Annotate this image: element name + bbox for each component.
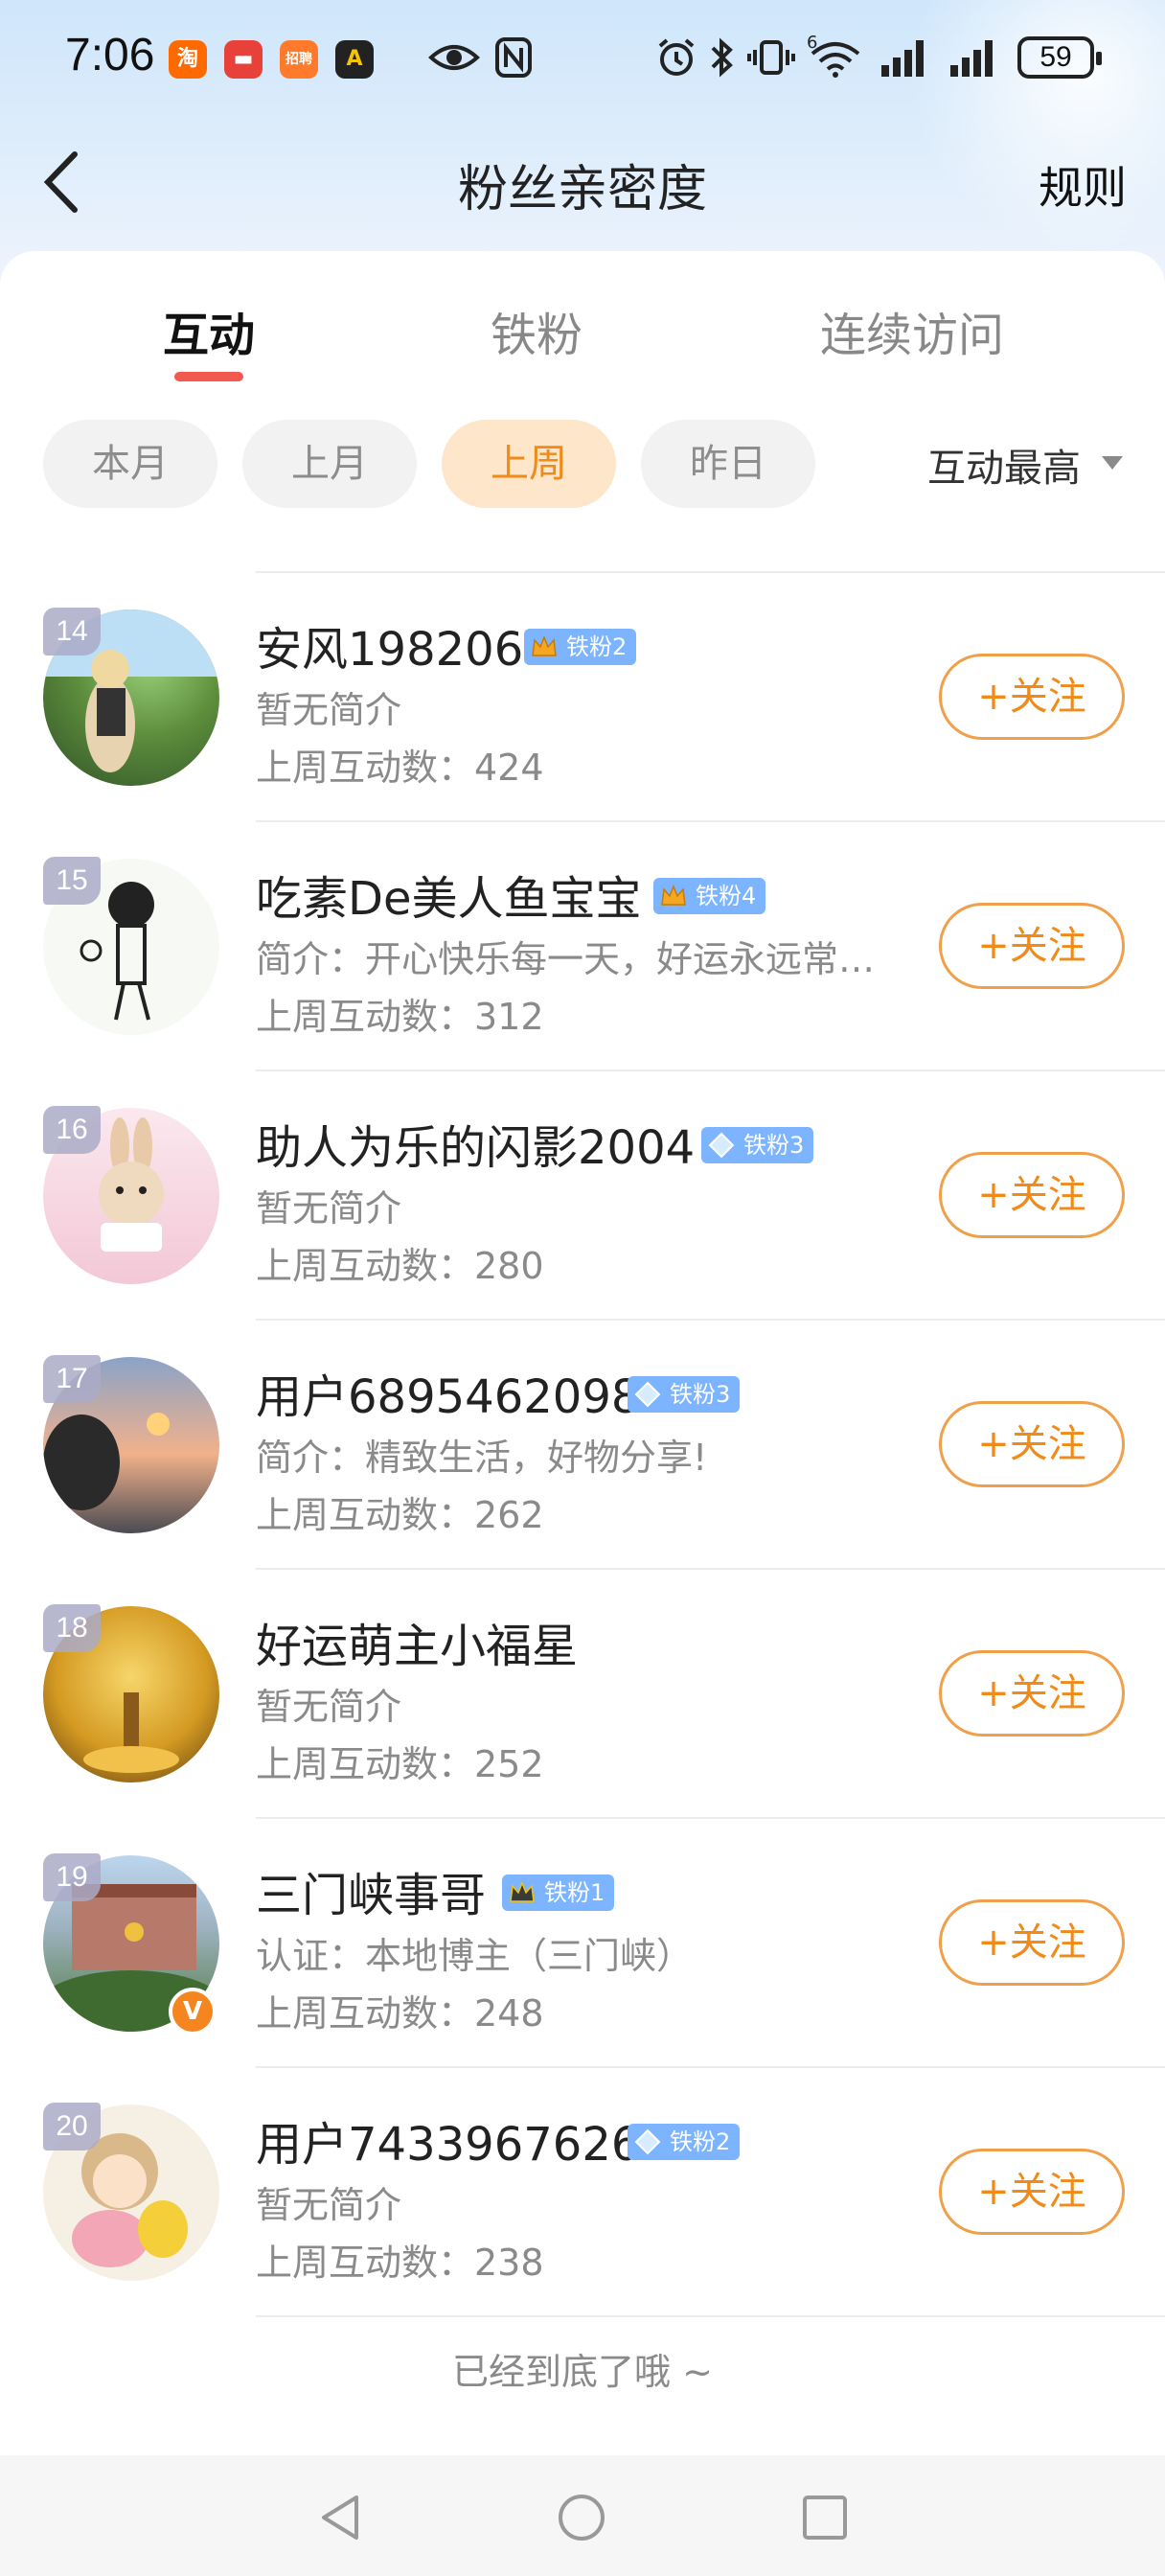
divider xyxy=(256,2315,1165,2317)
badge-label: 铁粉1 xyxy=(544,1879,605,1906)
iron-fan-badge: 铁粉3 xyxy=(628,1376,741,1413)
active-tab-indicator xyxy=(174,372,243,381)
tab-consecutive-visits[interactable]: 连续访问 xyxy=(820,297,1004,364)
network-type-label: 6 xyxy=(807,33,818,53)
taobao-app-icon: 淘 xyxy=(169,40,207,79)
filter-this-month[interactable]: 本月 xyxy=(43,420,217,508)
follow-button[interactable]: +关注 xyxy=(939,903,1125,989)
rank-badge: 15 xyxy=(43,857,101,905)
crown-icon xyxy=(510,1880,535,1902)
system-navigation-bar xyxy=(0,2455,1165,2576)
bluetooth-icon xyxy=(711,37,733,78)
fan-bio: 简介：精致生活，好物分享! xyxy=(256,1437,708,1479)
fan-bio: 认证：本地博主（三门峡） xyxy=(256,1935,694,1977)
interaction-count: 上周互动数：248 xyxy=(256,1992,544,2035)
tab-iron-fans[interactable]: 铁粉 xyxy=(491,297,582,364)
recents-square-icon[interactable] xyxy=(799,2492,851,2543)
fan-name[interactable]: 三门峡事哥 xyxy=(256,1857,486,1924)
iron-fan-badge: 铁粉3 xyxy=(701,1127,814,1163)
crown-icon xyxy=(532,634,557,656)
iron-fan-badge: 铁粉2 xyxy=(628,2124,741,2160)
rank-badge: 16 xyxy=(43,1106,101,1154)
interaction-count: 上周互动数：238 xyxy=(256,2242,544,2284)
list-item[interactable]: 19 V 三门峡事哥 铁粉1 认证：本地博主（三门峡） 上周互动数：248 +关… xyxy=(0,1819,1165,2068)
fan-bio: 暂无简介 xyxy=(256,689,402,731)
list-item[interactable]: 15 吃素De美人鱼宝宝 铁粉4 简介：开心快乐每一天，好运永远常… 上周互动数… xyxy=(0,822,1165,1071)
interaction-count: 上周互动数：252 xyxy=(256,1743,544,1785)
follow-button[interactable]: +关注 xyxy=(939,1650,1125,1736)
interaction-count: 上周互动数：312 xyxy=(256,996,544,1038)
list-item[interactable]: 16 助人为乐的闪影2004 铁粉3 暂无简介 上周互动数：280 +关注 xyxy=(0,1071,1165,1321)
badge-label: 铁粉4 xyxy=(696,883,757,909)
back-triangle-icon[interactable] xyxy=(316,2492,364,2543)
interaction-count: 上周互动数：280 xyxy=(256,1245,544,1287)
vibrate-icon xyxy=(747,40,795,75)
alarm-icon xyxy=(658,38,695,76)
recruit-app-icon: 招聘 xyxy=(280,40,318,79)
fan-name[interactable]: 助人为乐的闪影2004 xyxy=(256,1110,695,1177)
fan-name[interactable]: 用户7433967626 xyxy=(256,2106,640,2174)
list-item[interactable]: 18 好运萌主小福星 暂无简介 上周互动数：252 +关注 xyxy=(0,1570,1165,1819)
interaction-count: 上周互动数：424 xyxy=(256,747,544,789)
page-title: 粉丝亲密度 xyxy=(457,161,707,218)
iron-fan-badge: 铁粉4 xyxy=(653,878,766,914)
fan-name[interactable]: 用户6895462098 xyxy=(256,1359,640,1426)
interaction-count: 上周互动数：262 xyxy=(256,1494,544,1536)
iron-fan-badge: 铁粉1 xyxy=(502,1874,615,1911)
tab-interaction[interactable]: 互动 xyxy=(163,297,255,364)
fan-bio: 暂无简介 xyxy=(256,1187,402,1230)
rank-badge: 18 xyxy=(43,1604,101,1652)
nfc-icon xyxy=(495,37,532,78)
list-item[interactable]: 17 用户6895462098 铁粉3 简介：精致生活，好物分享! 上周互动数：… xyxy=(0,1321,1165,1570)
iron-fan-badge: 铁粉2 xyxy=(524,629,637,665)
badge-label: 铁粉2 xyxy=(670,2128,731,2155)
crown-icon xyxy=(661,884,686,906)
fan-name[interactable]: 好运萌主小福星 xyxy=(256,1608,578,1675)
diamond-icon xyxy=(708,1132,735,1159)
follow-button[interactable]: +关注 xyxy=(939,1899,1125,1986)
caret-down-icon[interactable] xyxy=(1102,456,1123,470)
filter-last-month[interactable]: 上月 xyxy=(242,420,417,508)
car-app-icon: A xyxy=(335,40,374,79)
home-circle-icon[interactable] xyxy=(556,2492,607,2543)
rules-link[interactable]: 规则 xyxy=(1039,153,1127,217)
signal-icon xyxy=(950,40,993,77)
rank-badge: 20 xyxy=(43,2103,101,2150)
fan-bio: 暂无简介 xyxy=(256,2184,402,2226)
badge-label: 铁粉2 xyxy=(566,633,628,660)
end-of-list-text: 已经到底了哦 ~ xyxy=(452,2351,713,2393)
rank-badge: 19 xyxy=(43,1853,101,1901)
status-time: 7:06 xyxy=(65,30,155,80)
badge-label: 铁粉3 xyxy=(670,1381,731,1408)
follow-button[interactable]: +关注 xyxy=(939,1401,1125,1487)
fan-name[interactable]: 安风198206 xyxy=(256,611,523,678)
follow-button[interactable]: +关注 xyxy=(939,1152,1125,1238)
badge-label: 铁粉3 xyxy=(743,1132,805,1159)
follow-button[interactable]: +关注 xyxy=(939,2149,1125,2235)
sort-dropdown[interactable]: 互动最高 xyxy=(927,437,1081,493)
rank-badge: 14 xyxy=(43,608,101,656)
signal-icon xyxy=(881,40,924,77)
fan-name[interactable]: 吃素De美人鱼宝宝 xyxy=(256,861,642,928)
news-app-icon: ▬ xyxy=(224,40,263,79)
filter-yesterday[interactable]: 昨日 xyxy=(641,420,815,508)
fan-bio: 暂无简介 xyxy=(256,1686,402,1728)
verified-icon: V xyxy=(169,1988,217,2036)
diamond-icon xyxy=(634,1381,661,1408)
filter-last-week[interactable]: 上周 xyxy=(442,420,616,508)
list-item[interactable]: 20 用户7433967626 铁粉2 暂无简介 上周互动数：238 +关注 xyxy=(0,2068,1165,2317)
rank-badge: 17 xyxy=(43,1355,101,1403)
eye-icon xyxy=(428,45,480,70)
list-item[interactable]: 14 安风198206 铁粉2 暂无简介 上周互动数：424 +关注 xyxy=(0,573,1165,822)
fan-bio: 简介：开心快乐每一天，好运永远常… xyxy=(256,938,876,980)
battery-indicator: 59 xyxy=(1017,36,1102,79)
status-bar: 7:06 淘 ▬ 招聘 A 6 59 xyxy=(0,0,1165,115)
diamond-icon xyxy=(634,2128,661,2155)
follow-button[interactable]: +关注 xyxy=(939,654,1125,740)
